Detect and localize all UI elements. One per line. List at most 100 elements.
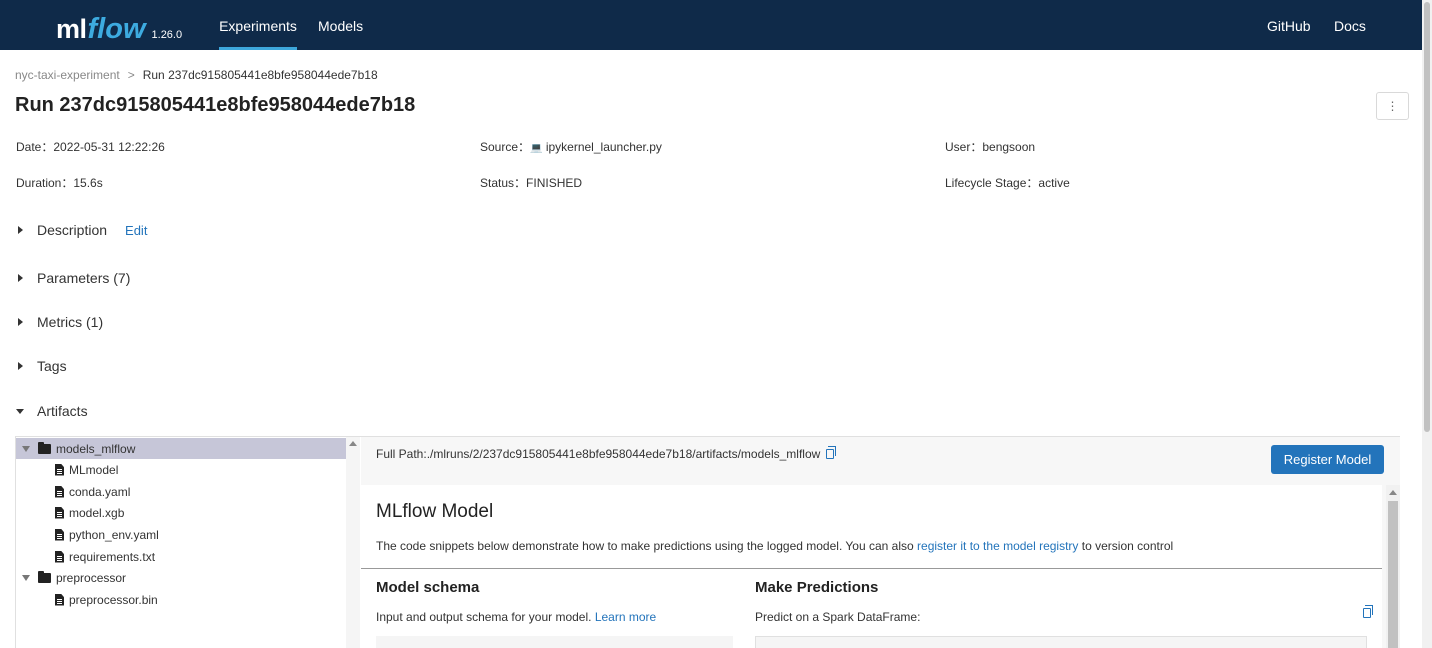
section-description[interactable]: Description Edit — [18, 222, 147, 238]
section-metrics[interactable]: Metrics (1) — [18, 314, 103, 330]
folder-icon — [38, 441, 51, 454]
date-label: Date： — [16, 140, 54, 154]
source-label: Source： — [480, 140, 531, 154]
folder-icon — [38, 570, 51, 583]
divider — [361, 568, 1382, 569]
logo-ml-text: ml — [56, 14, 87, 44]
tree-file-conda[interactable]: conda.yaml — [16, 481, 346, 502]
caret-down-icon — [16, 408, 24, 414]
register-registry-link[interactable]: register it to the model registry — [917, 539, 1078, 553]
tree-item-label: conda.yaml — [69, 484, 131, 499]
schema-text: Input and output schema for your model. … — [376, 610, 656, 624]
tree-scrollbar[interactable] — [346, 437, 360, 648]
detail-scrollbar[interactable] — [1386, 485, 1400, 648]
artifact-full-path: Full Path:./mlruns/2/237dc915805441e8bfe… — [376, 446, 837, 461]
section-artifacts[interactable]: Artifacts — [16, 403, 88, 419]
date-value: 2022-05-31 12:22:26 — [53, 140, 165, 154]
model-card-description: The code snippets below demonstrate how … — [376, 539, 1173, 553]
page-scrollbar-thumb[interactable] — [1424, 2, 1430, 432]
expand-triangle-icon[interactable] — [22, 445, 30, 452]
predict-text: Predict on a Spark DataFrame: — [755, 610, 921, 624]
file-icon — [55, 550, 64, 563]
tree-file-mlmodel[interactable]: MLmodel — [16, 459, 346, 480]
nav-docs-link[interactable]: Docs — [1334, 0, 1366, 50]
nav-github-link[interactable]: GitHub — [1267, 0, 1311, 50]
edit-description-link[interactable]: Edit — [125, 223, 147, 238]
page-scrollbar[interactable] — [1422, 0, 1432, 648]
desc-prefix: The code snippets below demonstrate how … — [376, 539, 914, 553]
nav-models[interactable]: Models — [318, 0, 363, 50]
tree-item-label: requirements.txt — [69, 549, 156, 564]
code-snippet-box — [755, 636, 1367, 648]
status-label: Status： — [480, 176, 527, 190]
section-parameters[interactable]: Parameters (7) — [18, 270, 130, 286]
tree-file-requirements[interactable]: requirements.txt — [16, 546, 346, 567]
nav-experiments[interactable]: Experiments — [219, 0, 297, 50]
user-label: User： — [945, 140, 983, 154]
file-icon — [55, 593, 64, 606]
tree-file-python-env[interactable]: python_env.yaml — [16, 524, 346, 545]
kebab-menu-icon: ⋮ — [1386, 99, 1399, 113]
section-metrics-label: Metrics (1) — [37, 314, 104, 330]
detail-scrollbar-thumb[interactable] — [1388, 501, 1398, 648]
register-model-button[interactable]: Register Model — [1271, 445, 1384, 474]
run-duration: Duration：15.6s — [16, 174, 103, 191]
tree-item-label: model.xgb — [69, 505, 125, 520]
breadcrumb-experiment-link[interactable]: nyc-taxi-experiment — [15, 68, 120, 82]
copy-code-icon[interactable] — [1363, 605, 1373, 618]
section-artifacts-label: Artifacts — [37, 403, 88, 419]
expand-triangle-icon[interactable] — [22, 574, 30, 581]
learn-more-link[interactable]: Learn more — [595, 610, 656, 624]
user-value: bengsoon — [982, 140, 1036, 154]
artifacts-panel: models_mlflow MLmodel conda.yaml model.x… — [15, 436, 1400, 648]
mlflow-model-card: MLflow Model The code snippets below dem… — [361, 485, 1382, 648]
artifact-tree: models_mlflow MLmodel conda.yaml model.x… — [16, 437, 346, 648]
full-path-text: Full Path:./mlruns/2/237dc915805441e8bfe… — [376, 447, 821, 461]
schema-table — [376, 636, 733, 648]
run-status: Status：FINISHED — [480, 174, 582, 191]
run-lifecycle: Lifecycle Stage：active — [945, 174, 1070, 191]
tree-item-label: preprocessor.bin — [69, 592, 158, 607]
scroll-up-arrow-icon[interactable] — [1389, 490, 1397, 495]
tree-item-label: python_env.yaml — [69, 527, 159, 542]
duration-label: Duration： — [16, 176, 74, 190]
desc-suffix: to version control — [1081, 539, 1174, 553]
copy-path-icon[interactable] — [826, 446, 837, 459]
caret-right-icon — [18, 274, 23, 282]
caret-right-icon — [18, 362, 23, 370]
tree-item-label: preprocessor — [56, 570, 127, 585]
run-source: Source：💻 ipykernel_launcher.py — [480, 138, 662, 155]
logo-flow-text: flow — [87, 13, 146, 45]
section-tags[interactable]: Tags — [18, 358, 67, 374]
artifact-detail-pane: Full Path:./mlruns/2/237dc915805441e8bfe… — [361, 437, 1400, 648]
scroll-up-arrow-icon[interactable] — [349, 441, 357, 446]
laptop-icon: 💻 — [530, 143, 543, 154]
section-parameters-label: Parameters (7) — [37, 270, 131, 286]
breadcrumb-current: Run 237dc915805441e8bfe958044ede7b18 — [142, 68, 378, 82]
tree-folder-models-mlflow[interactable]: models_mlflow — [16, 438, 346, 459]
file-icon — [55, 463, 64, 476]
file-icon — [55, 485, 64, 498]
page-title: Run 237dc915805441e8bfe958044ede7b18 — [15, 94, 416, 116]
status-value: FINISHED — [526, 176, 583, 190]
file-icon — [55, 506, 64, 519]
tree-file-model-xgb[interactable]: model.xgb — [16, 502, 346, 523]
breadcrumb-separator-icon: > — [127, 68, 135, 82]
schema-desc: Input and output schema for your model. — [376, 610, 592, 624]
tree-folder-preprocessor[interactable]: preprocessor — [16, 567, 346, 588]
top-nav-bar: ml flow 1.26.0 Experiments Models GitHub… — [0, 0, 1422, 50]
model-card-title: MLflow Model — [376, 501, 494, 522]
more-menu-button[interactable]: ⋮ — [1376, 92, 1409, 120]
caret-right-icon — [18, 226, 23, 234]
section-tags-label: Tags — [37, 358, 67, 374]
run-date: Date：2022-05-31 12:22:26 — [16, 138, 165, 155]
version-label: 1.26.0 — [151, 29, 183, 41]
mlflow-logo[interactable]: ml flow 1.26.0 — [56, 8, 182, 44]
tree-file-preprocessor-bin[interactable]: preprocessor.bin — [16, 589, 346, 610]
file-icon — [55, 528, 64, 541]
duration-value: 15.6s — [73, 176, 103, 190]
schema-title: Model schema — [376, 579, 480, 596]
lifecycle-label: Lifecycle Stage： — [945, 176, 1039, 190]
caret-right-icon — [18, 318, 23, 326]
tree-item-label: MLmodel — [69, 462, 119, 477]
